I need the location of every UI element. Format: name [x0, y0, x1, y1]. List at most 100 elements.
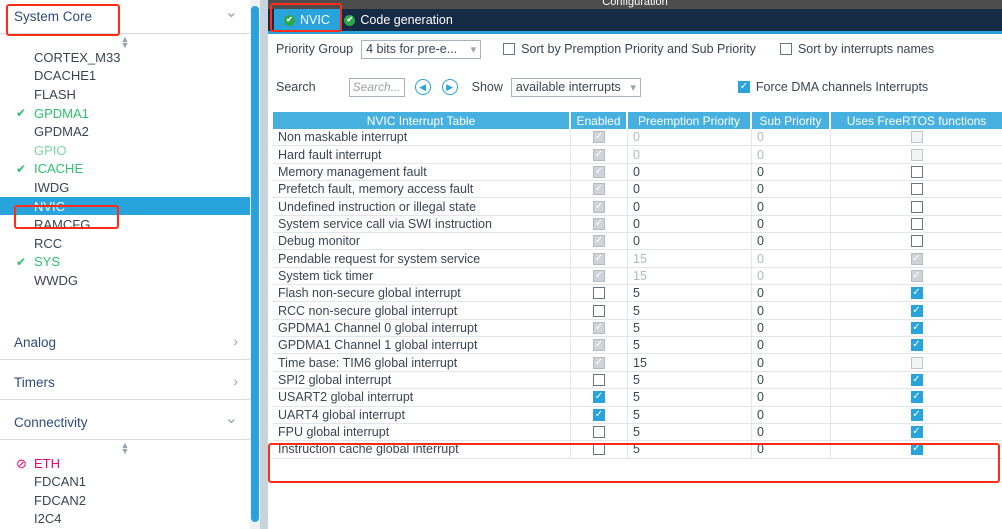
enabled-cell[interactable] — [571, 129, 628, 146]
force-dma-checkbox[interactable] — [737, 81, 750, 93]
checkbox-checked[interactable] — [593, 408, 605, 421]
enabled-cell[interactable] — [571, 267, 628, 285]
column-header-uses-freertos-functions[interactable]: Uses FreeRTOS functions — [831, 112, 1002, 129]
search-next-button[interactable]: ▶ — [441, 79, 458, 95]
sidebar-category-connectivity[interactable]: Connectivity ⌄ — [0, 406, 250, 440]
enabled-cell[interactable] — [571, 441, 628, 458]
uses-freertos-cell[interactable] — [831, 337, 1002, 353]
sidebar-item-cortex_m33[interactable]: CORTEX_M33 — [0, 48, 250, 67]
preemption-priority-cell[interactable]: 5 — [628, 389, 752, 406]
sidebar-item-gpdma1[interactable]: ✔ GPDMA1 — [0, 104, 250, 123]
checkbox-checked[interactable] — [910, 287, 923, 300]
table-row[interactable]: Prefetch fault, memory access fault 00 — [273, 181, 1002, 199]
checkbox-unchecked[interactable] — [910, 200, 923, 213]
table-row[interactable]: Non maskable interrupt 00 — [273, 129, 1002, 147]
table-row[interactable]: FPU global interrupt 5 0 — [273, 423, 1002, 442]
preemption-priority-cell[interactable]: 0 — [628, 146, 752, 163]
preemption-priority-cell[interactable]: 0 — [628, 181, 752, 198]
sort-names-checkbox[interactable] — [779, 43, 792, 55]
enabled-cell[interactable] — [571, 163, 628, 181]
sidebar-item-nvic[interactable]: NVIC — [0, 196, 250, 216]
checkbox-checked[interactable] — [910, 373, 923, 386]
checkbox-unchecked[interactable] — [910, 183, 923, 196]
checkbox-unchecked[interactable] — [593, 443, 605, 456]
table-row[interactable]: Flash non-secure global interrupt 5 0 — [273, 285, 1002, 303]
list-spinner-icon[interactable]: ▲ ▼ — [0, 440, 250, 456]
nvic-interrupt-table[interactable]: NVIC Interrupt Table Enabled Preemption Pr… — [273, 112, 1002, 459]
uses-freertos-cell[interactable] — [831, 320, 1002, 336]
preemption-priority-cell[interactable]: 0 — [628, 233, 752, 250]
search-input[interactable]: Search... — [348, 77, 405, 97]
show-filter-select[interactable]: available interrupts ▾ — [510, 77, 641, 97]
enabled-cell[interactable] — [571, 250, 628, 267]
preemption-priority-cell[interactable]: 5 — [628, 302, 752, 319]
sub-priority-cell[interactable]: 0 — [752, 146, 831, 163]
tab-nvic[interactable]: ✔ NVIC — [274, 9, 340, 31]
ip-tree-sidebar[interactable]: System Core ⌄ ▲ ▼ CORTEX_M33 DCACHE1 FLASH ✔ GPD… — [0, 0, 250, 529]
preemption-priority-cell[interactable]: 5 — [628, 319, 752, 337]
table-row[interactable]: RCC non-secure global interrupt 5 0 — [273, 302, 1002, 320]
table-body[interactable]: Non maskable interrupt00Hard fault inter… — [273, 129, 1002, 459]
table-row[interactable]: Memory management fault 00 — [273, 163, 1002, 182]
enabled-cell[interactable] — [571, 233, 628, 250]
enabled-cell[interactable] — [571, 354, 628, 371]
checkbox-unchecked[interactable] — [593, 287, 605, 300]
uses-freertos-cell[interactable] — [831, 216, 1002, 232]
list-spinner-icon[interactable]: ▲ ▼ — [0, 34, 250, 50]
sub-priority-cell[interactable]: 0 — [752, 163, 831, 181]
sidebar-category-system-core[interactable]: System Core ⌄ — [0, 0, 250, 34]
sidebar-item-gpdma2[interactable]: GPDMA2 — [0, 122, 250, 141]
uses-freertos-cell[interactable] — [831, 268, 1002, 284]
sub-priority-cell[interactable]: 0 — [752, 181, 831, 198]
table-row[interactable]: Undefined instruction or illegal state 00 — [273, 198, 1002, 216]
enabled-cell[interactable] — [571, 198, 628, 215]
preemption-priority-cell[interactable]: 5 — [628, 423, 752, 441]
enabled-cell[interactable] — [571, 389, 628, 406]
sidebar-item-flash[interactable]: FLASH — [0, 85, 250, 104]
preemption-priority-cell[interactable]: 0 — [628, 163, 752, 181]
sub-priority-cell[interactable]: 0 — [752, 406, 831, 423]
sidebar-item-iwdg[interactable]: IWDG — [0, 178, 250, 197]
sort-names-option[interactable]: Sort by interrupts names — [779, 42, 934, 56]
uses-freertos-cell[interactable] — [831, 198, 1002, 214]
uses-freertos-cell[interactable] — [831, 354, 1002, 370]
enabled-cell[interactable] — [571, 423, 628, 441]
preemption-priority-cell[interactable]: 15 — [628, 267, 752, 285]
preemption-priority-cell[interactable]: 15 — [628, 250, 752, 267]
panel-splitter[interactable] — [260, 0, 526, 529]
table-row[interactable]: System service call via SWI instruction 0… — [273, 215, 1002, 234]
uses-freertos-cell[interactable] — [831, 424, 1002, 440]
table-row[interactable]: SPI2 global interrupt 5 0 — [273, 371, 1002, 390]
enabled-cell[interactable] — [571, 406, 628, 423]
table-row[interactable]: Time base: TIM6 global interrupt 150 — [273, 354, 1002, 372]
table-row[interactable]: Pendable request for system service 150 — [273, 250, 1002, 268]
enabled-cell[interactable] — [571, 181, 628, 198]
enabled-cell[interactable] — [571, 319, 628, 337]
uses-freertos-cell[interactable] — [831, 181, 1002, 197]
sub-priority-cell[interactable]: 0 — [752, 354, 831, 371]
priority-group-select[interactable]: 4 bits for pre-e... ▾ — [361, 39, 482, 59]
uses-freertos-cell[interactable] — [831, 441, 1002, 457]
uses-freertos-cell[interactable] — [831, 250, 1002, 266]
preemption-priority-cell[interactable]: 5 — [628, 371, 752, 389]
enabled-cell[interactable] — [571, 337, 628, 354]
sub-priority-cell[interactable]: 0 — [752, 198, 831, 215]
column-header-sub-priority[interactable]: Sub Priority — [752, 112, 831, 129]
checkbox-checked[interactable] — [910, 321, 923, 334]
uses-freertos-cell[interactable] — [831, 164, 1002, 180]
sidebar-item-i2c4[interactable]: I2C4 — [0, 510, 250, 529]
sub-priority-cell[interactable]: 0 — [752, 441, 831, 458]
sidebar-item-wwdg[interactable]: WWDG — [0, 271, 250, 290]
enabled-cell[interactable] — [571, 302, 628, 319]
sub-priority-cell[interactable]: 0 — [752, 215, 831, 233]
sub-priority-cell[interactable]: 0 — [752, 389, 831, 406]
sidebar-item-gpio[interactable]: GPIO — [0, 141, 250, 160]
uses-freertos-cell[interactable] — [831, 285, 1002, 301]
checkbox-unchecked[interactable] — [593, 304, 605, 317]
sub-priority-cell[interactable]: 0 — [752, 423, 831, 441]
sub-priority-cell[interactable]: 0 — [752, 233, 831, 250]
sub-priority-cell[interactable]: 0 — [752, 337, 831, 354]
table-row[interactable]: UART4 global interrupt 50 — [273, 406, 1002, 424]
enabled-cell[interactable] — [571, 146, 628, 163]
checkbox-unchecked[interactable] — [910, 165, 923, 178]
